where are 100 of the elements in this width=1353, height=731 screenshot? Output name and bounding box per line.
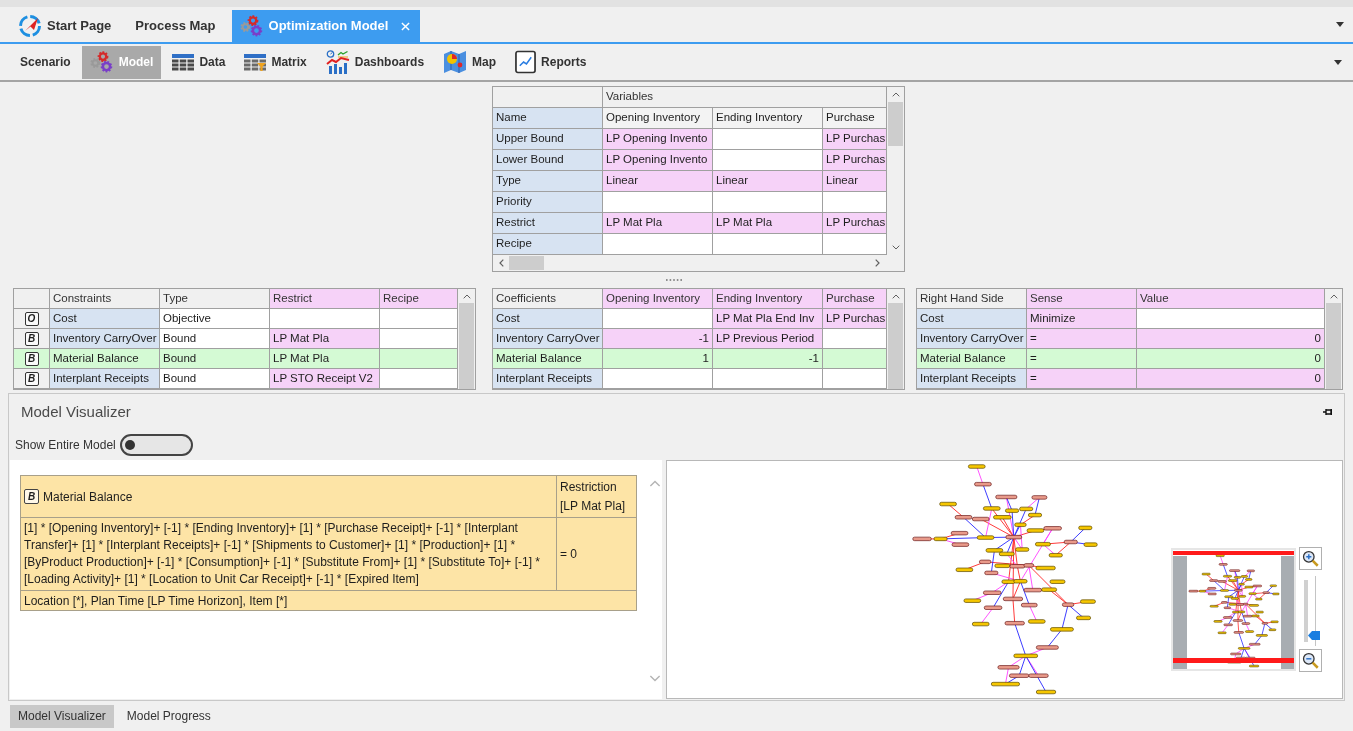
table-row[interactable]: Cost Minimize <box>917 309 1325 329</box>
chevron-left-icon[interactable] <box>499 259 504 267</box>
table-cell: 1 <box>603 349 713 368</box>
scrollbar-thumb[interactable] <box>509 256 544 270</box>
column-header: Purchase <box>823 108 887 128</box>
chevron-up-icon[interactable] <box>891 92 900 97</box>
table-row[interactable]: Cost LP Mat Pla End Inv LP Purchas <box>493 309 887 329</box>
table-cell: LP Mat Pla End Inv <box>713 309 823 328</box>
table-cell: Objective <box>160 309 270 328</box>
pin-icon[interactable] <box>1323 408 1333 416</box>
chevron-down-icon[interactable] <box>891 245 900 250</box>
scrollbar[interactable] <box>887 289 904 389</box>
scrollbar[interactable] <box>493 255 887 271</box>
table-row[interactable]: O Cost Objective <box>14 309 458 329</box>
map-icon <box>443 50 468 74</box>
row-header: Material Balance <box>50 349 160 368</box>
caret-down-icon[interactable] <box>1336 22 1344 27</box>
scrollbar-thumb[interactable] <box>888 102 903 146</box>
chevron-up-icon[interactable] <box>462 294 471 299</box>
chevron-up-icon[interactable] <box>1329 294 1338 299</box>
close-icon[interactable] <box>401 21 411 31</box>
table-cell: Bound <box>160 369 270 388</box>
scrollbar-thumb[interactable] <box>888 303 903 389</box>
column-header: Ending Inventory <box>713 289 823 308</box>
equation-result: = 0 <box>560 547 577 561</box>
table-cell: 0 <box>1137 329 1325 348</box>
column-header: Purchase <box>823 289 887 308</box>
toggle-label: Show Entire Model <box>15 437 116 454</box>
row-header: Cost <box>50 309 160 328</box>
scrollbar[interactable] <box>887 87 904 255</box>
column-header: Right Hand Side <box>917 289 1027 308</box>
table-cell: LP Purchas <box>823 129 887 149</box>
table-row[interactable]: Material Balance 1 -1 <box>493 349 887 369</box>
table-cell: -1 <box>713 349 823 368</box>
table-row[interactable]: Inventory CarryOver -1 LP Previous Period <box>493 329 887 349</box>
row-header: Interplant Receipts <box>493 369 603 388</box>
table-filter-icon <box>244 53 267 71</box>
scrollbar-thumb[interactable] <box>1326 303 1341 389</box>
table-cell: = <box>1027 349 1137 368</box>
toolbar-button[interactable]: Scenario <box>12 45 79 79</box>
tab[interactable]: Process Map <box>127 10 226 42</box>
gears-icon <box>89 51 114 73</box>
row-header: Cost <box>917 309 1027 328</box>
restriction-text: Restriction [LP Mat Pla] <box>560 479 627 515</box>
column-header: Value <box>1137 289 1325 308</box>
table-cell: LP Opening Invento <box>603 129 713 149</box>
toggle-switch[interactable] <box>119 434 193 456</box>
table-cell: Bound <box>160 349 270 368</box>
row-header: Cost <box>493 309 603 328</box>
scrollbar-thumb[interactable] <box>459 303 474 389</box>
table-row[interactable]: Interplant Receipts <box>493 369 887 389</box>
zoom-out-button[interactable] <box>1298 649 1322 672</box>
table-cell: LP STO Receipt V2 <box>270 369 380 388</box>
table-row[interactable]: B Material Balance Bound LP Mat Pla <box>14 349 458 369</box>
table-cell: LP Mat Pla <box>270 349 380 368</box>
table-row[interactable]: Material Balance = 0 <box>917 349 1325 369</box>
table-cell: LP Mat Pla <box>270 329 380 348</box>
column-header: Restrict <box>270 289 380 308</box>
tab[interactable]: Model Progress <box>118 704 219 728</box>
tab[interactable]: Model Visualizer <box>10 704 114 728</box>
type-badge: O <box>24 311 39 326</box>
table-row[interactable]: B Inventory CarryOver Bound LP Mat Pla <box>14 329 458 349</box>
zoom-in-button[interactable] <box>1298 547 1322 570</box>
scrollbar[interactable] <box>458 289 475 389</box>
row-header: Inventory CarryOver <box>50 329 160 348</box>
slider-thumb[interactable] <box>1308 630 1320 640</box>
row-header: Material Balance <box>493 349 603 368</box>
table-cell: = <box>1027 369 1137 388</box>
toolbar-button[interactable]: Reports <box>507 45 595 79</box>
scrollbar[interactable] <box>1325 289 1342 389</box>
table-row[interactable]: Interplant Receipts = 0 <box>917 369 1325 389</box>
type-badge: B <box>24 371 39 386</box>
table-cell: LP Mat Pla <box>713 213 823 233</box>
column-header: Coefficients <box>493 289 603 308</box>
row-header: Interplant Receipts <box>50 369 160 388</box>
table-icon <box>172 53 195 71</box>
row-header: Inventory CarryOver <box>917 329 1027 348</box>
table-row[interactable]: B Interplant Receipts Bound LP STO Receipt V2 <box>14 369 458 389</box>
row-header: Recipe <box>493 234 603 254</box>
table-cell: Linear <box>823 171 887 191</box>
row-header: Material Balance <box>917 349 1027 368</box>
chevron-right-icon[interactable] <box>875 259 880 267</box>
toolbar-button[interactable]: Data <box>164 45 234 79</box>
chevron-up-icon[interactable] <box>891 294 900 299</box>
row-header: Interplant Receipts <box>917 369 1027 388</box>
column-header: Type <box>160 289 270 308</box>
toolbar-button[interactable]: Map <box>435 45 505 79</box>
toolbar-button[interactable]: Matrix <box>236 45 315 79</box>
table-cell: LP Opening Invento <box>603 150 713 170</box>
chart-icon <box>325 50 350 74</box>
table-cell: Bound <box>160 329 270 348</box>
row-header: Type <box>493 171 603 191</box>
column-header: Opening Inventory <box>603 108 713 128</box>
tab[interactable]: Start Page <box>10 10 122 42</box>
caret-down-icon[interactable] <box>1334 59 1342 65</box>
table-cell: LP Mat Pla <box>603 213 713 233</box>
table-cell: LP Purchas <box>823 150 887 170</box>
table-row[interactable]: Inventory CarryOver = 0 <box>917 329 1325 349</box>
minimap[interactable] <box>1171 548 1296 671</box>
toolbar-button[interactable]: Dashboards <box>317 45 433 79</box>
